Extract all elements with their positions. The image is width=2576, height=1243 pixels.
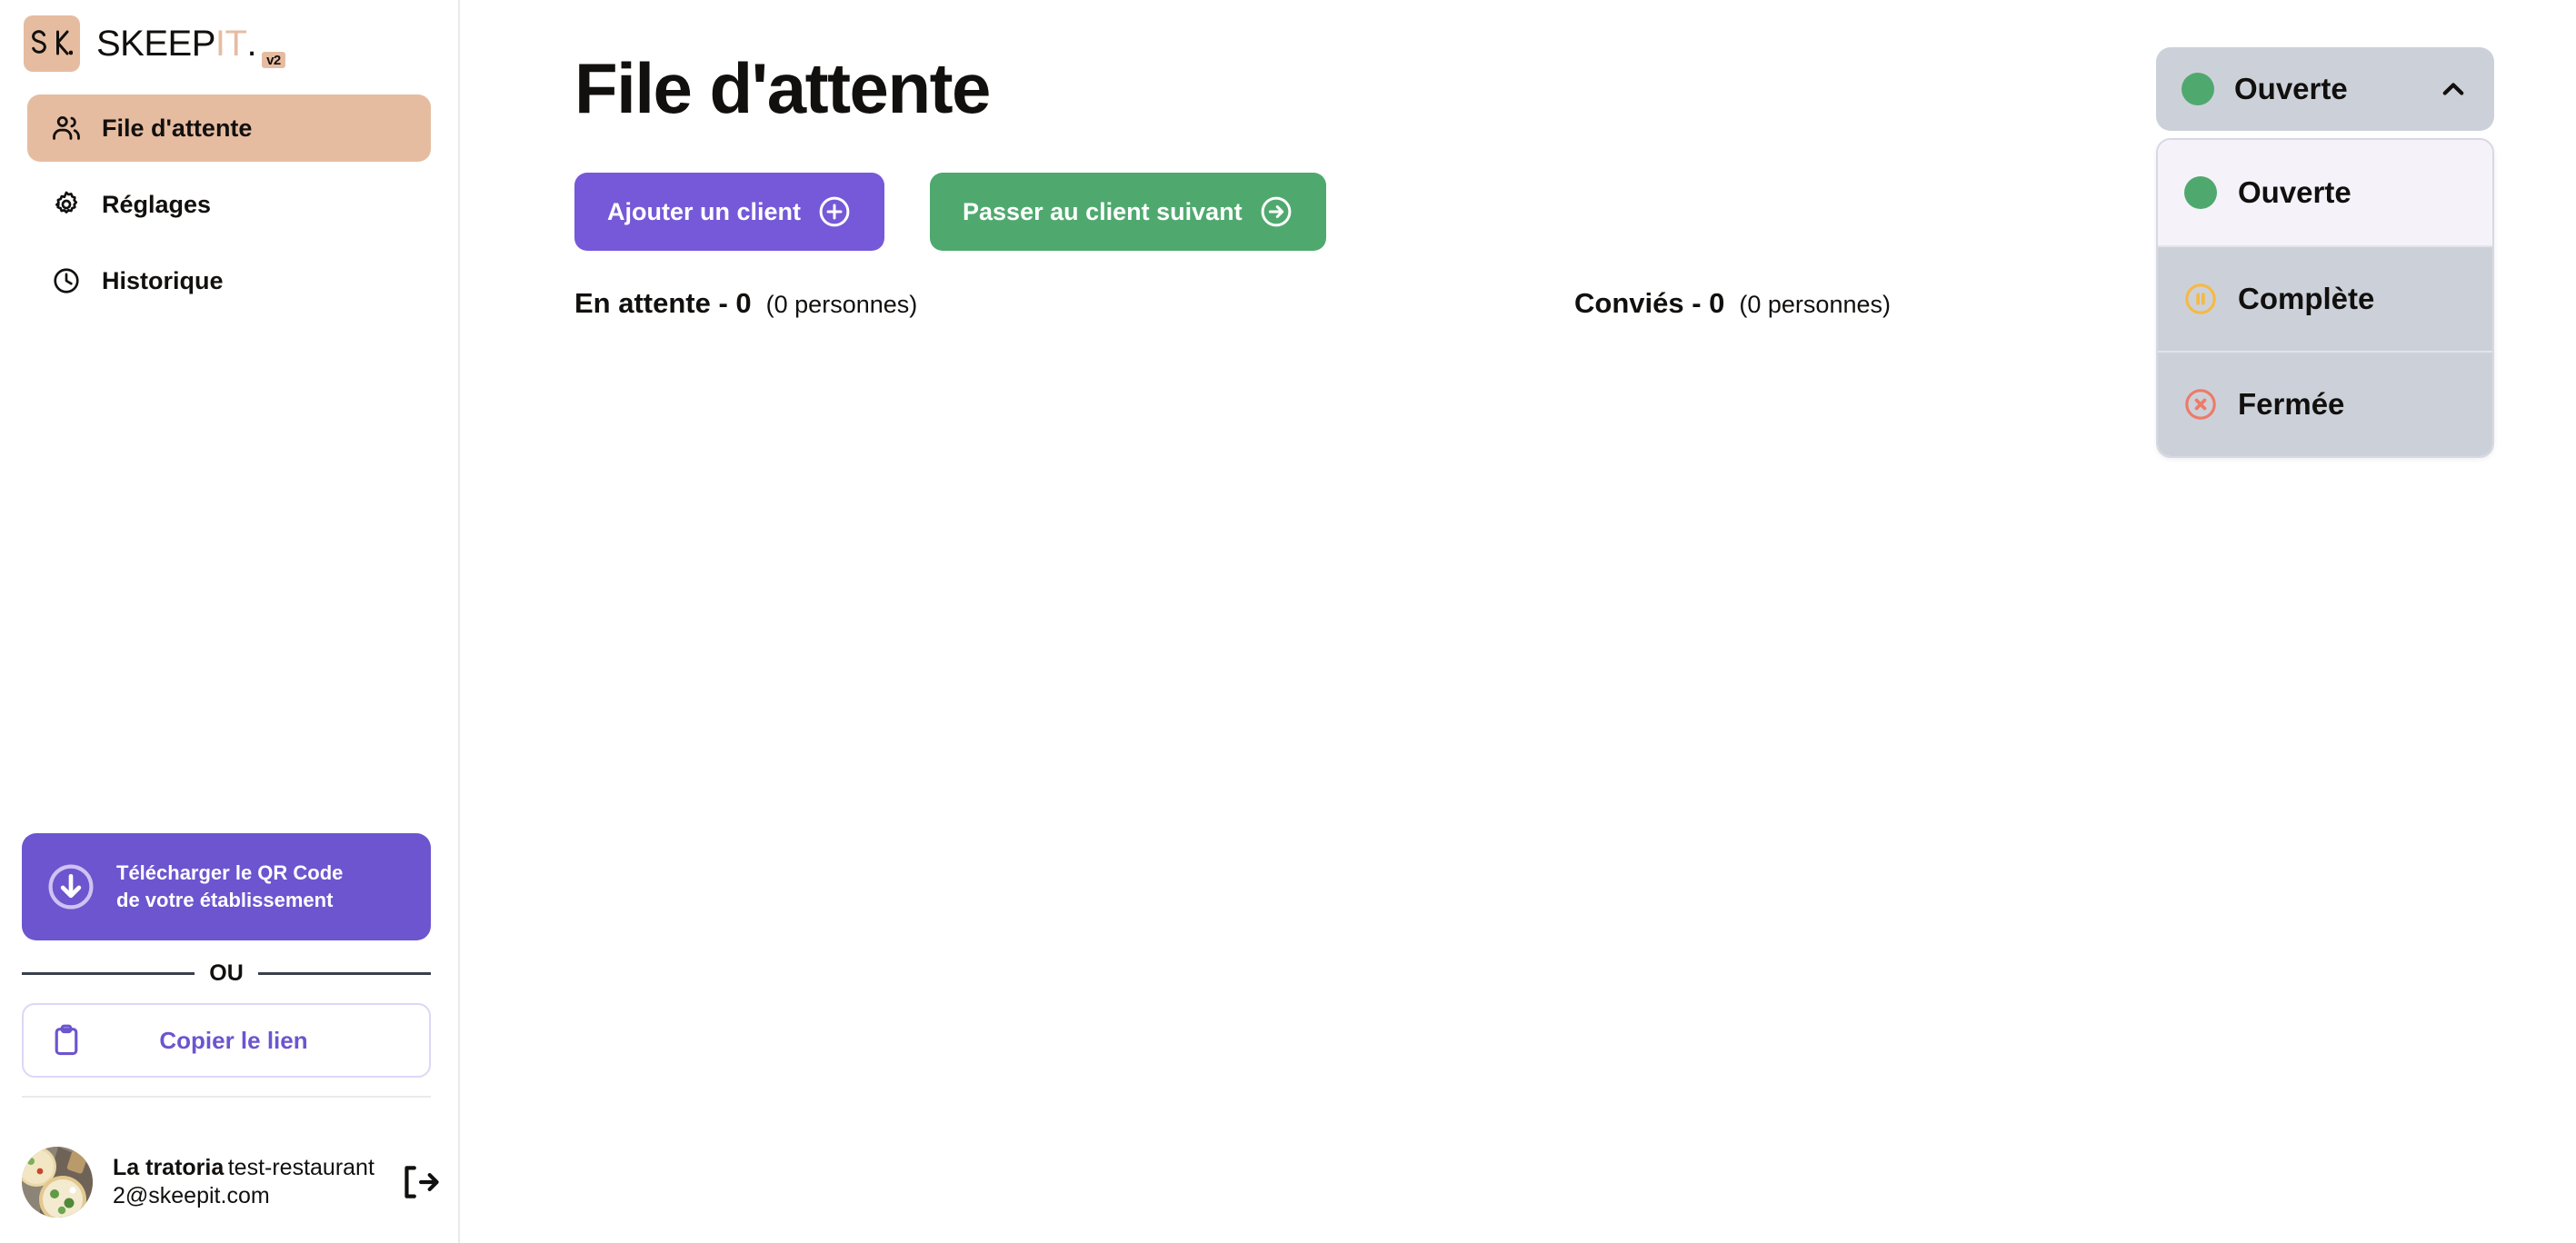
- avatar: [22, 1147, 93, 1218]
- status-option-label: Ouverte: [2238, 175, 2351, 209]
- or-separator-line-left: [22, 972, 195, 975]
- sidebar-nav: File d'attente Réglages Historique: [0, 94, 458, 314]
- queue-status-dropdown: Ouverte Ouverte Complète Fermée: [2156, 47, 2494, 458]
- share-promo-section: Télécharger le QR Code de votre établiss…: [22, 833, 431, 1078]
- brand-word-skeep: SKEEP: [96, 23, 215, 64]
- counter-invited-subtitle: (0 personnes): [1739, 291, 1891, 318]
- counter-waiting-title: En attente - 0: [574, 287, 752, 319]
- pause-circle-icon: [2183, 282, 2218, 316]
- sidebar-divider: [22, 1096, 431, 1098]
- users-icon: [51, 113, 82, 144]
- download-qr-code-label: Télécharger le QR Code de votre établiss…: [116, 860, 343, 913]
- qr-line-1: Télécharger le QR Code: [116, 861, 344, 885]
- download-qr-code-button[interactable]: Télécharger le QR Code de votre établiss…: [22, 833, 431, 940]
- x-circle-icon: [2183, 387, 2218, 422]
- plus-circle-icon: [817, 194, 852, 229]
- queue-status-current-label: Ouverte: [2234, 72, 2348, 105]
- brand-word-it: IT: [215, 23, 247, 64]
- app-root: SKEEP IT. v2 File d'attente Réglages His…: [0, 0, 2576, 1243]
- gear-icon: [51, 189, 82, 220]
- status-option-label: Fermée: [2238, 387, 2345, 421]
- add-client-label: Ajouter un client: [607, 197, 802, 225]
- green-dot-icon: [2182, 73, 2214, 105]
- next-client-button[interactable]: Passer au client suivant: [930, 173, 1326, 251]
- sidebar-item-label: Réglages: [102, 190, 212, 218]
- copy-link-label: Copier le lien: [159, 1026, 308, 1054]
- main-content: File d'attente Ajouter un client Passer …: [460, 0, 2576, 1243]
- brand-wordmark: SKEEP IT. v2: [96, 23, 285, 68]
- user-profile[interactable]: La tratoria test-restaurant2@skeepit.com: [22, 1147, 442, 1218]
- sidebar-item-historique[interactable]: Historique: [27, 247, 431, 314]
- skeepit-logo-mark-icon: [24, 15, 80, 72]
- clock-icon: [51, 265, 82, 296]
- counter-waiting: En attente - 0 (0 personnes): [574, 287, 1574, 320]
- sidebar: SKEEP IT. v2 File d'attente Réglages His…: [0, 0, 460, 1243]
- sidebar-item-label: Historique: [102, 266, 224, 294]
- user-meta: La tratoria test-restaurant2@skeepit.com: [113, 1154, 376, 1211]
- status-option-ouverte[interactable]: Ouverte: [2158, 140, 2492, 245]
- or-separator-line-right: [257, 972, 431, 975]
- status-option-fermee[interactable]: Fermée: [2158, 351, 2492, 456]
- copy-link-button[interactable]: Copier le lien: [22, 1003, 431, 1078]
- chevron-up-icon: [2438, 74, 2469, 104]
- queue-status-menu: Ouverte Complète Fermée: [2156, 138, 2494, 458]
- download-circle-icon: [45, 861, 96, 912]
- status-option-complete[interactable]: Complète: [2158, 245, 2492, 351]
- sidebar-item-label: File d'attente: [102, 114, 253, 142]
- brand-word-dot: .: [246, 23, 257, 64]
- green-dot-icon: [2183, 175, 2218, 210]
- counter-waiting-subtitle: (0 personnes): [765, 291, 918, 318]
- qr-line-2: de votre établissement: [116, 889, 334, 911]
- version-badge: v2: [262, 51, 285, 68]
- logout-icon[interactable]: [396, 1159, 442, 1205]
- clipboard-icon: [49, 1023, 84, 1058]
- queue-status-toggle[interactable]: Ouverte: [2156, 47, 2494, 131]
- counter-invited-title: Conviés - 0: [1574, 287, 1725, 319]
- arrow-right-circle-icon: [1259, 194, 1293, 229]
- sidebar-item-file-dattente[interactable]: File d'attente: [27, 94, 431, 162]
- user-name: La tratoria: [113, 1154, 225, 1180]
- or-separator-label: OU: [209, 960, 244, 986]
- action-buttons: Ajouter un client Passer au client suiva…: [574, 173, 1326, 251]
- page-title: File d'attente: [574, 48, 991, 128]
- counter-invited: Conviés - 0 (0 personnes): [1574, 287, 1891, 320]
- queue-counters: En attente - 0 (0 personnes) Conviés - 0…: [574, 287, 2211, 320]
- brand-logo[interactable]: SKEEP IT. v2: [0, 0, 458, 72]
- status-option-label: Complète: [2238, 282, 2375, 315]
- add-client-button[interactable]: Ajouter un client: [574, 173, 885, 251]
- sidebar-item-reglages[interactable]: Réglages: [27, 171, 431, 238]
- or-separator: OU: [22, 960, 431, 987]
- next-client-label: Passer au client suivant: [963, 197, 1243, 225]
